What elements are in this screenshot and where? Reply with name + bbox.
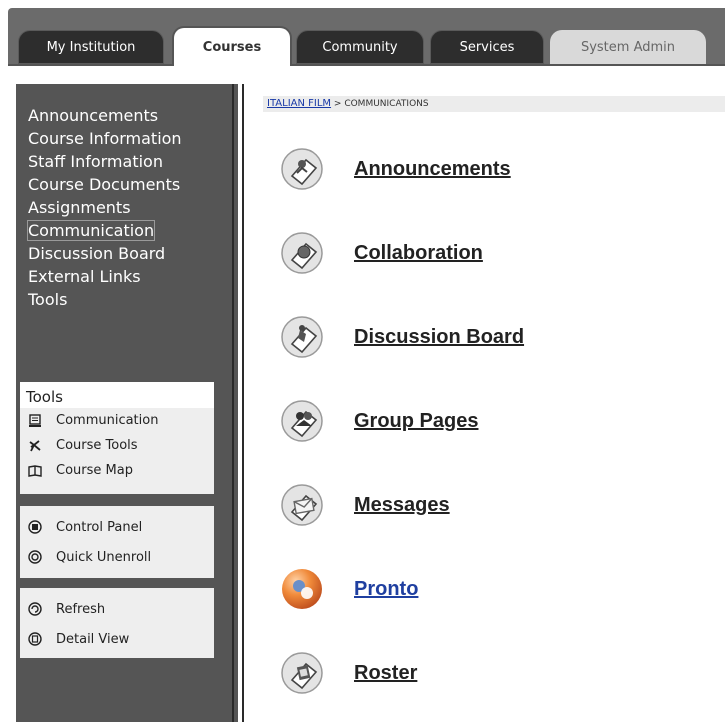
quick-unenroll-icon bbox=[28, 550, 42, 564]
tab-community[interactable]: Community bbox=[296, 30, 424, 64]
refresh-link[interactable]: Refresh bbox=[20, 594, 214, 624]
tab-services[interactable]: Services bbox=[430, 30, 544, 64]
control-item-label: Control Panel bbox=[56, 519, 143, 535]
sidebar-item-label: Staff Information bbox=[28, 152, 163, 171]
sidebar-item-label: Communication bbox=[26, 220, 156, 241]
sidebar-item-label: Course Documents bbox=[28, 175, 181, 194]
tab-label: Services bbox=[459, 39, 515, 55]
tool-label: Collaboration bbox=[354, 241, 483, 264]
sidebar-item-external-links[interactable]: External Links bbox=[28, 265, 182, 288]
tool-label: Messages bbox=[354, 493, 450, 516]
group-pages-icon bbox=[281, 400, 323, 442]
tools-item-label: Course Map bbox=[56, 463, 133, 478]
tools-communication-link[interactable]: Communication bbox=[20, 408, 214, 433]
discussion-board-icon bbox=[281, 316, 323, 358]
roster-icon bbox=[281, 652, 323, 694]
tool-messages[interactable]: Messages bbox=[280, 480, 450, 530]
control-item-label: Quick Unenroll bbox=[56, 549, 152, 565]
collaboration-icon bbox=[281, 232, 323, 274]
sidebar-item-course-information[interactable]: Course Information bbox=[28, 127, 182, 150]
course-menu: Announcements Course Information Staff I… bbox=[26, 104, 182, 311]
quick-unenroll-link[interactable]: Quick Unenroll bbox=[20, 542, 214, 572]
pronto-icon bbox=[282, 569, 322, 609]
detail-view-label: Detail View bbox=[56, 631, 130, 647]
refresh-label: Refresh bbox=[56, 601, 106, 617]
tool-pronto[interactable]: Pronto bbox=[280, 564, 418, 614]
control-panel-box: Control Panel Quick Unenroll bbox=[20, 506, 214, 578]
sidebar-item-label: Course Information bbox=[28, 129, 182, 148]
tool-collaboration[interactable]: Collaboration bbox=[280, 228, 483, 278]
tab-label: My Institution bbox=[46, 39, 136, 55]
refresh-icon bbox=[28, 602, 42, 616]
sidebar-item-staff-information[interactable]: Staff Information bbox=[28, 150, 182, 173]
tool-label: Pronto bbox=[354, 577, 419, 600]
tool-label: Group Pages bbox=[354, 409, 479, 432]
top-tab-bar: My Institution Courses Community Service… bbox=[0, 0, 725, 66]
control-panel-icon bbox=[28, 520, 42, 534]
announcements-icon bbox=[281, 148, 323, 190]
sidebar-item-label: Announcements bbox=[28, 106, 159, 125]
tools-course-map-link[interactable]: Course Map bbox=[20, 458, 214, 483]
sidebar-item-label: External Links bbox=[28, 267, 141, 286]
course-map-icon bbox=[28, 464, 42, 478]
tool-discussion-board[interactable]: Discussion Board bbox=[280, 312, 524, 362]
tool-label: Discussion Board bbox=[354, 325, 525, 348]
tool-roster[interactable]: Roster bbox=[280, 648, 417, 698]
control-panel-link[interactable]: Control Panel bbox=[20, 512, 214, 542]
sidebar-divider bbox=[232, 84, 234, 722]
sidebar-item-label: Tools bbox=[28, 290, 68, 309]
tab-label: Community bbox=[322, 39, 398, 55]
sidebar-divider bbox=[242, 84, 244, 722]
tools-item-label: Course Tools bbox=[56, 438, 138, 453]
sidebar-item-label: Assignments bbox=[28, 198, 131, 217]
sidebar-item-communication[interactable]: Communication bbox=[26, 219, 182, 242]
tab-my-institution[interactable]: My Institution bbox=[18, 30, 164, 64]
breadcrumb-current-page: COMMUNICATIONS bbox=[344, 99, 429, 109]
tools-course-tools-link[interactable]: Course Tools bbox=[20, 433, 214, 458]
sidebar-item-assignments[interactable]: Assignments bbox=[28, 196, 182, 219]
tool-label: Roster bbox=[354, 661, 418, 684]
sidebar-item-tools[interactable]: Tools bbox=[28, 288, 182, 311]
tab-label: Courses bbox=[202, 39, 262, 55]
tab-system-admin[interactable]: System Admin bbox=[550, 30, 706, 64]
sidebar-item-discussion-board[interactable]: Discussion Board bbox=[28, 242, 182, 265]
tab-label: System Admin bbox=[580, 39, 676, 55]
course-tools-icon bbox=[28, 439, 42, 453]
sidebar-item-label: Discussion Board bbox=[28, 244, 166, 263]
breadcrumb-separator: > bbox=[331, 99, 345, 109]
tools-item-label: Communication bbox=[56, 413, 159, 428]
view-options-box: Refresh Detail View bbox=[20, 588, 214, 658]
tool-announcements[interactable]: Announcements bbox=[280, 144, 511, 194]
messages-icon bbox=[281, 484, 323, 526]
tools-panel: Tools Communication Course Tools Course … bbox=[20, 382, 214, 494]
tab-bar-divider bbox=[8, 64, 725, 66]
tool-group-pages[interactable]: Group Pages bbox=[280, 396, 478, 446]
tool-label: Announcements bbox=[354, 157, 511, 180]
breadcrumb-course-link[interactable]: ITALIAN FILM bbox=[267, 98, 331, 109]
sidebar-item-announcements[interactable]: Announcements bbox=[28, 104, 182, 127]
communication-icon bbox=[28, 413, 42, 428]
breadcrumb: ITALIAN FILM > COMMUNICATIONS bbox=[263, 96, 725, 112]
detail-view-icon bbox=[28, 632, 42, 646]
tools-panel-title: Tools bbox=[20, 382, 214, 408]
detail-view-link[interactable]: Detail View bbox=[20, 624, 214, 654]
tab-courses[interactable]: Courses bbox=[172, 26, 292, 66]
sidebar-item-course-documents[interactable]: Course Documents bbox=[28, 173, 182, 196]
